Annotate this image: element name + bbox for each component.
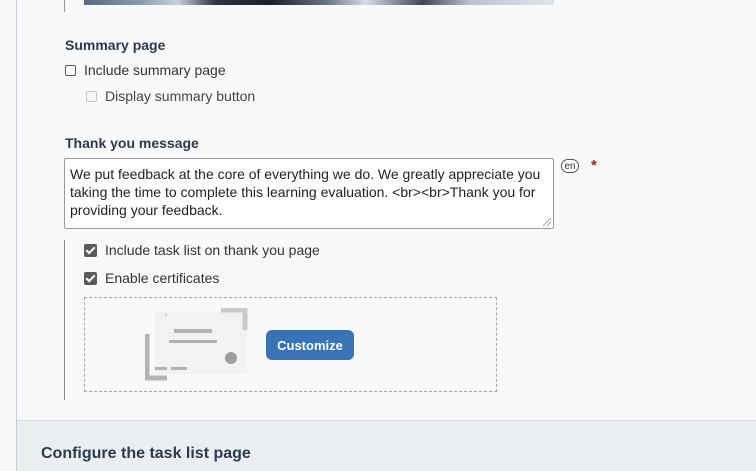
enable-certificates-checkbox[interactable] <box>84 271 97 285</box>
include-summary-row[interactable]: Include summary page <box>65 62 226 78</box>
header-image-strip <box>84 0 554 5</box>
thank-you-message-text[interactable]: We put feedback at the core of everythin… <box>70 166 540 218</box>
certificate-panel: Customize <box>84 297 497 392</box>
summary-page-title: Summary page <box>65 37 166 53</box>
language-badge[interactable]: en <box>561 159 579 173</box>
required-marker: * <box>591 157 597 174</box>
include-summary-label[interactable]: Include summary page <box>84 62 226 78</box>
resize-grip-icon[interactable] <box>543 218 551 226</box>
enable-certificates-label[interactable]: Enable certificates <box>105 270 219 286</box>
include-task-list-checkbox[interactable] <box>84 243 97 257</box>
include-summary-checkbox[interactable] <box>65 64 76 76</box>
left-rail <box>0 0 17 471</box>
customize-button[interactable]: Customize <box>266 330 354 360</box>
display-summary-button-checkbox <box>86 90 97 102</box>
display-summary-button-row: Display summary button <box>86 88 255 104</box>
include-task-list-label[interactable]: Include task list on thank you page <box>105 242 320 258</box>
top-divider <box>64 0 65 12</box>
certificate-icon <box>145 308 248 381</box>
include-task-list-row[interactable]: Include task list on thank you page <box>84 242 320 258</box>
task-list-section-title[interactable]: Configure the task list page <box>41 445 251 463</box>
task-list-section[interactable]: Configure the task list page <box>17 420 756 471</box>
thank-you-message-title: Thank you message <box>65 135 199 151</box>
display-summary-button-label: Display summary button <box>105 88 256 104</box>
thank-you-message-textarea[interactable]: We put feedback at the core of everythin… <box>64 158 554 229</box>
nested-options-rail <box>64 240 65 400</box>
enable-certificates-row[interactable]: Enable certificates <box>84 270 219 286</box>
